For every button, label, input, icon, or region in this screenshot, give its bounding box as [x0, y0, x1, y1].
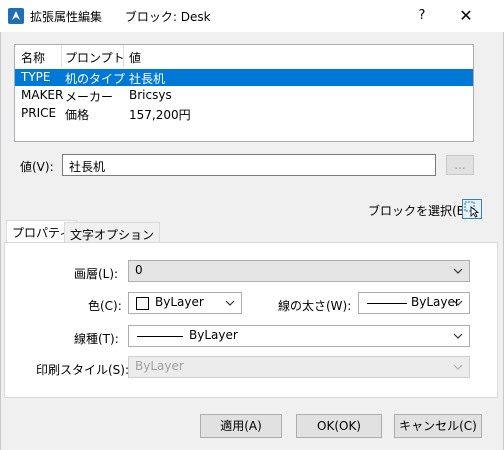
chevron-down-icon	[453, 333, 463, 339]
attribute-prompt: メーカー	[65, 90, 114, 104]
title-bar: 拡張属性編集 ブロック: Desk ? ✕	[0, 0, 504, 32]
attribute-name: TYPE	[21, 70, 51, 84]
value-label: 値(V):	[20, 160, 54, 174]
chevron-down-icon	[453, 364, 463, 370]
color-value: ByLayer	[155, 295, 204, 309]
lineweight-sample-line	[367, 303, 407, 304]
attribute-list[interactable]: 名称 プロンプト 値 TYPE 机のタイプ 社長机 MAKER メーカー Bri…	[14, 44, 474, 142]
apply-button[interactable]: 適用(A)	[200, 414, 282, 438]
attribute-row-type[interactable]: TYPE 机のタイプ 社長机	[15, 69, 473, 86]
attribute-prompt: 机のタイプ	[65, 72, 126, 86]
attribute-value: 社長机	[129, 72, 166, 86]
select-block-button[interactable]	[462, 199, 482, 219]
linetype-dropdown[interactable]: ByLayer	[128, 325, 470, 347]
attribute-row-price[interactable]: PRICE 価格 157,200円	[15, 105, 473, 122]
linetype-sample-line	[137, 336, 183, 337]
linetype-value: ByLayer	[189, 328, 238, 342]
close-button[interactable]: ✕	[456, 6, 476, 26]
help-button[interactable]: ?	[412, 6, 432, 26]
lineweight-dropdown[interactable]: ByLayer	[358, 292, 470, 314]
attribute-name: MAKER	[21, 88, 64, 102]
select-block-label[interactable]: ブロックを選択(B)	[368, 202, 470, 219]
plotstyle-dropdown: ByLayer	[128, 356, 470, 378]
chevron-down-icon	[453, 300, 463, 306]
cancel-button[interactable]: キャンセル(C)	[394, 414, 482, 438]
pick-cursor-icon	[464, 201, 480, 218]
window-title: 拡張属性編集 ブロック: Desk	[30, 10, 211, 24]
value-input[interactable]: 社長机	[62, 154, 436, 176]
layer-value: 0	[135, 263, 143, 277]
attribute-prompt: 価格	[65, 108, 90, 122]
column-header-name[interactable]: 名称	[21, 49, 45, 66]
layer-dropdown[interactable]: 0	[128, 260, 470, 282]
attribute-value: 157,200円	[129, 108, 191, 122]
ok-button[interactable]: OK(OK)	[296, 414, 382, 438]
value-ellipsis-button[interactable]: ...	[446, 155, 474, 175]
chevron-down-icon	[453, 268, 463, 274]
attribute-list-header: 名称 プロンプト 値	[15, 45, 473, 67]
layer-label: 画層(L):	[74, 267, 119, 281]
column-header-prompt[interactable]: プロンプト	[65, 49, 125, 66]
attribute-row-maker[interactable]: MAKER メーカー Bricsys	[15, 87, 473, 104]
color-label: 色(C):	[88, 299, 122, 313]
linetype-label: 線種(T):	[74, 332, 119, 346]
attribute-name: PRICE	[21, 106, 57, 120]
plotstyle-label: 印刷スタイル(S):	[36, 363, 130, 377]
lineweight-label: 線の太さ(W):	[278, 299, 352, 313]
chevron-down-icon	[225, 300, 235, 306]
column-divider[interactable]	[123, 45, 124, 67]
color-swatch	[136, 297, 149, 310]
bricscad-app-icon	[8, 8, 24, 24]
tab-text-options[interactable]: 文字オプション	[64, 222, 161, 244]
attribute-value: Bricsys	[129, 88, 172, 102]
color-dropdown[interactable]: ByLayer	[128, 292, 242, 314]
column-header-value[interactable]: 値	[129, 49, 141, 66]
column-divider[interactable]	[61, 45, 62, 67]
plotstyle-value: ByLayer	[135, 359, 184, 373]
